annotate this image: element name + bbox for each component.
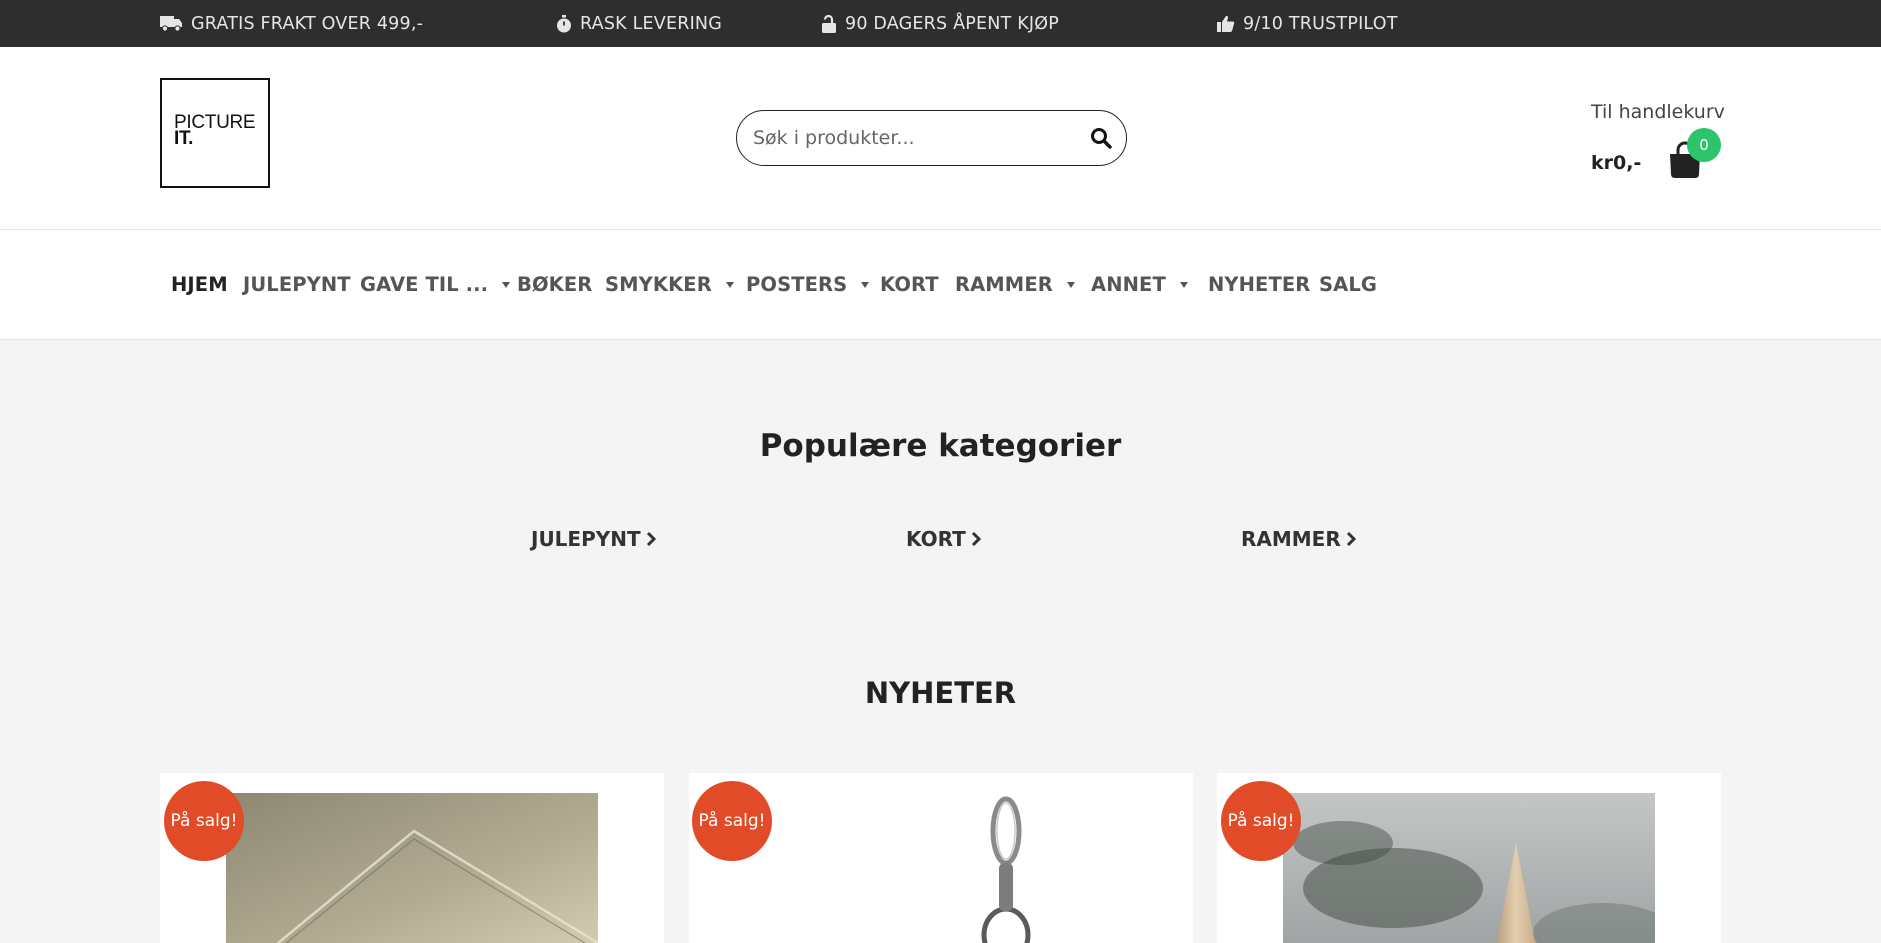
nav-item-rammer[interactable]: RAMMER <box>955 230 1075 339</box>
nav-item-boker[interactable]: BØKER <box>517 230 592 339</box>
nav-item-salg[interactable]: SALG <box>1319 230 1377 339</box>
search-icon[interactable] <box>1090 127 1112 149</box>
topbar-trustpilot-label: 9/10 TRUSTPILOT <box>1243 13 1398 34</box>
cart-count-badge[interactable]: 0 <box>1687 128 1721 162</box>
nav-label: SALG <box>1319 273 1377 296</box>
nav-label: RAMMER <box>955 273 1053 296</box>
product-image[interactable] <box>1283 793 1655 943</box>
nav-label: BØKER <box>517 273 593 296</box>
nav-label: HJEM <box>171 273 228 296</box>
nav-label: ANNET <box>1091 273 1166 296</box>
nav-item-smykker[interactable]: SMYKKER <box>605 230 734 339</box>
nav-label: POSTERS <box>746 273 848 296</box>
nav-label: SMYKKER <box>605 273 712 296</box>
logo-line-2: IT. <box>174 128 194 149</box>
chevron-right-icon <box>971 531 981 547</box>
nav-item-nyheter[interactable]: NYHETER <box>1208 230 1310 339</box>
nav-label: JULEPYNT <box>243 273 351 296</box>
stopwatch-icon <box>557 14 571 32</box>
nav-item-gave-til[interactable]: GAVE TIL ... <box>360 230 511 339</box>
product-image[interactable] <box>226 793 598 943</box>
topbar-free-shipping: GRATIS FRAKT OVER 499,- <box>160 0 423 47</box>
product-image[interactable] <box>755 793 1127 943</box>
caret-down-icon <box>725 281 734 288</box>
caret-down-icon <box>502 281 511 288</box>
nav-item-julepynt[interactable]: JULEPYNT <box>243 230 351 339</box>
sale-badge: På salg! <box>1221 781 1301 861</box>
nav-label: GAVE TIL ... <box>360 273 489 296</box>
sale-badge: På salg! <box>692 781 772 861</box>
search-input[interactable] <box>753 111 1073 164</box>
logo-text: PICTURE IT. <box>174 113 256 149</box>
nav-label: NYHETER <box>1208 273 1311 296</box>
chevron-right-icon <box>646 531 656 547</box>
category-link-kort[interactable]: KORT <box>906 527 981 551</box>
topbar-trustpilot: 9/10 TRUSTPILOT <box>1217 0 1398 47</box>
caret-down-icon <box>861 281 870 288</box>
site-header: PICTURE IT. Til handlekurv kr0,- 0 <box>0 47 1881 230</box>
topbar-fast-delivery-label: RASK LEVERING <box>580 13 722 34</box>
topbar-fast-delivery: RASK LEVERING <box>556 0 722 47</box>
caret-down-icon <box>1066 281 1075 288</box>
nav-item-kort[interactable]: KORT <box>880 230 939 339</box>
topbar-open-purchase: 90 DAGERS ÅPENT KJØP <box>821 0 1059 47</box>
chevron-right-icon <box>1346 531 1356 547</box>
cart-total[interactable]: kr0,- <box>1591 152 1641 174</box>
sale-badge: På salg! <box>164 781 244 861</box>
category-label: JULEPYNT <box>531 527 641 551</box>
nav-label: KORT <box>880 273 939 296</box>
main-navigation: HJEM JULEPYNT GAVE TIL ... BØKER SMYKKER… <box>0 230 1881 340</box>
popular-categories-title: Populære kategorier <box>759 428 1122 464</box>
category-label: RAMMER <box>1241 527 1341 551</box>
nav-item-hjem[interactable]: HJEM <box>171 230 228 339</box>
site-logo[interactable]: PICTURE IT. <box>160 78 270 188</box>
thumbs-up-icon <box>1217 15 1235 32</box>
category-label: KORT <box>906 527 966 551</box>
category-link-rammer[interactable]: RAMMER <box>1241 527 1356 551</box>
cart-link-label[interactable]: Til handlekurv <box>1591 101 1725 123</box>
category-link-julepynt[interactable]: JULEPYNT <box>531 527 656 551</box>
caret-down-icon <box>1179 281 1188 288</box>
topbar-free-shipping-label: GRATIS FRAKT OVER 499,- <box>191 13 424 34</box>
search-form <box>736 110 1127 166</box>
truck-icon <box>160 16 182 32</box>
news-section-title: NYHETER <box>864 676 1017 710</box>
top-info-bar: GRATIS FRAKT OVER 499,- RASK LEVERING 90… <box>0 0 1881 47</box>
nav-item-posters[interactable]: POSTERS <box>746 230 870 339</box>
topbar-open-purchase-label: 90 DAGERS ÅPENT KJØP <box>845 13 1059 34</box>
nav-item-annet[interactable]: ANNET <box>1091 230 1188 339</box>
unlock-icon <box>822 14 836 33</box>
